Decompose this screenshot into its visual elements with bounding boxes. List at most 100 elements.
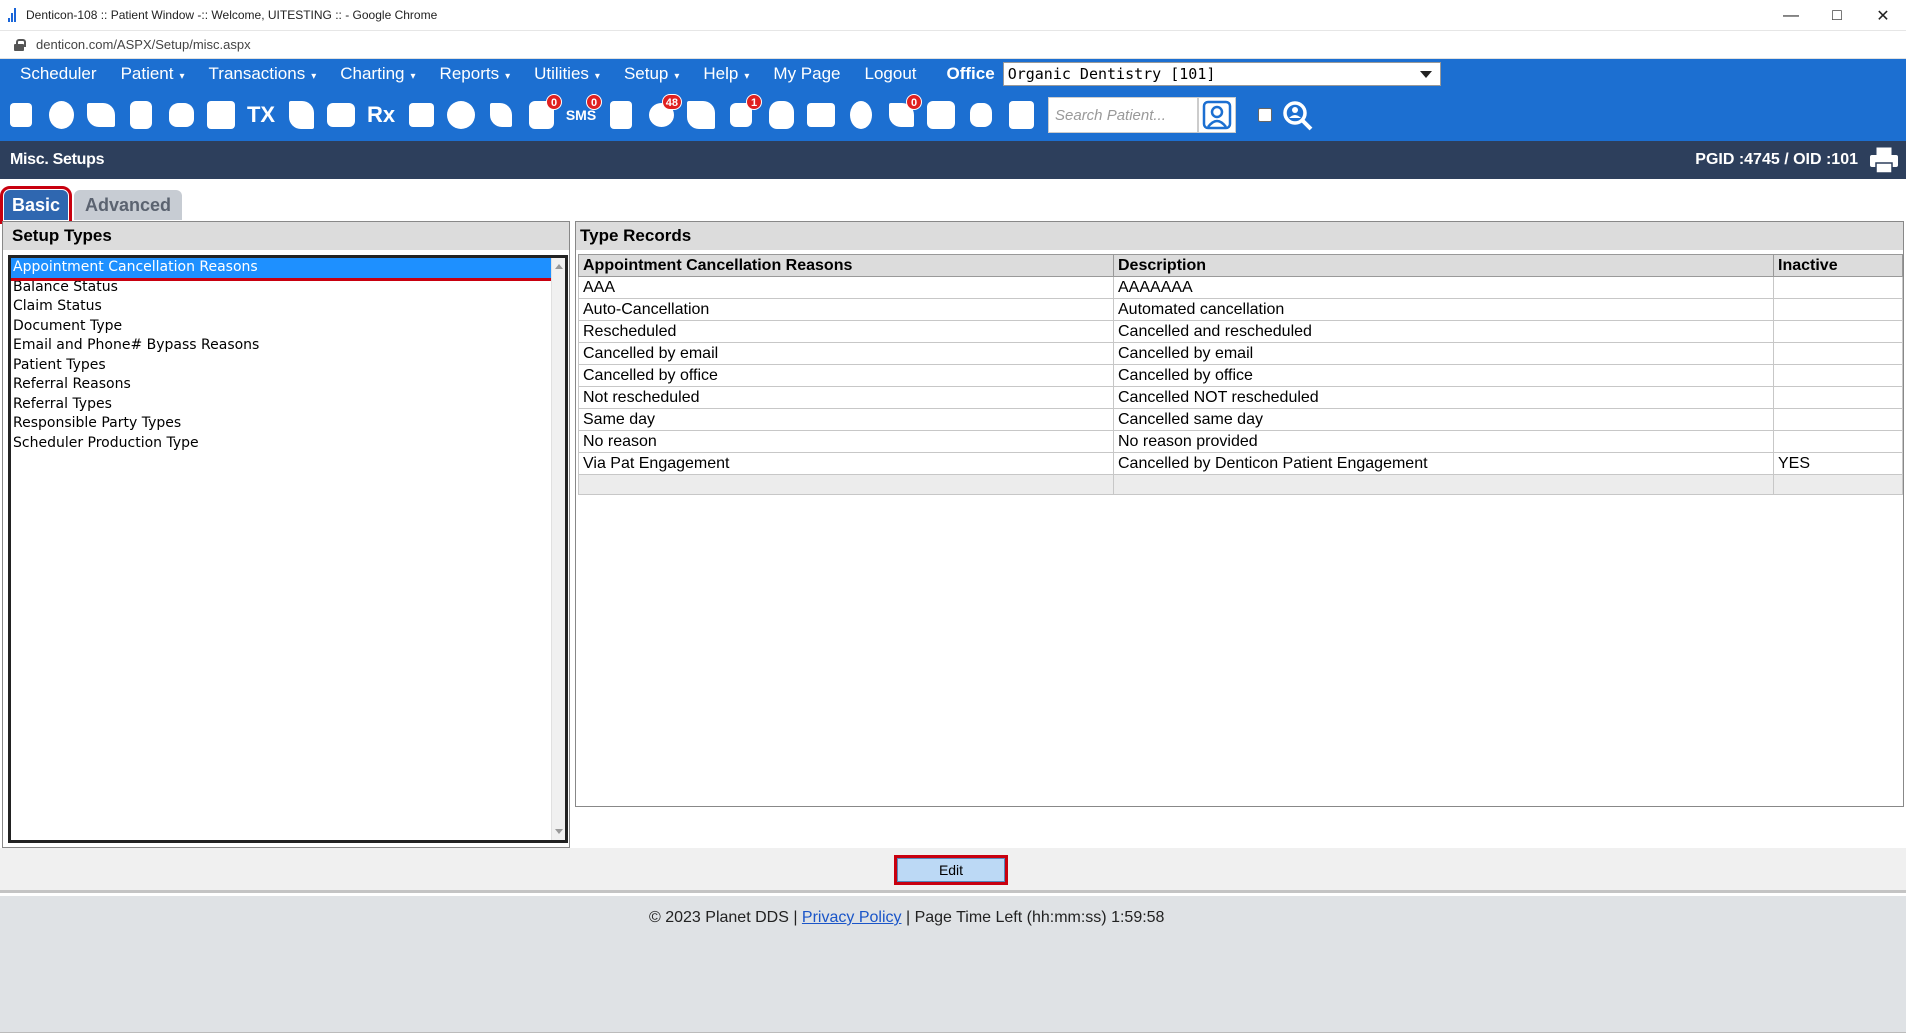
type-records-panel: Type Records Appointment Cancellation Re… (575, 221, 1904, 807)
menu-item-help[interactable]: Help ▾ (691, 64, 761, 84)
setup-type-item[interactable]: Referral Types (11, 395, 565, 415)
page-title: Misc. Setups (10, 151, 105, 168)
table-cell: AAAAAAA (1113, 276, 1774, 299)
notification-badge: 0 (906, 94, 922, 110)
menu-item-reports[interactable]: Reports ▾ (428, 64, 523, 84)
table-row[interactable]: Cancelled by office Cancelled by office (578, 364, 1903, 387)
advanced-search-icon[interactable] (1280, 96, 1314, 134)
table-cell: Automated cancellation (1113, 298, 1774, 321)
setup-type-item[interactable]: Document Type (11, 317, 565, 337)
toolbar-checkbox[interactable] (1258, 108, 1272, 122)
message-icon[interactable]: 0 (524, 94, 562, 134)
menu-item-utilities[interactable]: Utilities ▾ (522, 64, 612, 84)
close-icon[interactable]: ✕ (1860, 0, 1906, 31)
teeth-icon[interactable] (204, 96, 238, 134)
tooth-outline-icon[interactable] (764, 96, 798, 134)
caret-down-icon: ▾ (594, 71, 600, 82)
minimize-icon[interactable]: — (1768, 0, 1814, 31)
menu-item-setup[interactable]: Setup ▾ (612, 64, 691, 84)
menu-item-label: Utilities (534, 64, 589, 83)
office-select[interactable]: Organic Dentistry [101] (1002, 62, 1441, 86)
icon-glyph (87, 103, 115, 127)
globe-settings-icon[interactable] (844, 96, 878, 134)
menu-item-patient[interactable]: Patient ▾ (109, 64, 197, 84)
home-icon[interactable] (44, 96, 78, 134)
setup-type-item[interactable]: Patient Types (11, 356, 565, 376)
url-text[interactable]: denticon.com/ASPX/Setup/misc.aspx (36, 37, 251, 52)
table-row[interactable]: Rescheduled Cancelled and rescheduled (578, 320, 1903, 343)
notification-badge: 0 (586, 94, 602, 110)
sms-icon[interactable]: SMS 0 (564, 94, 602, 134)
tooth-icon[interactable] (164, 96, 198, 134)
caret-down-icon: ▾ (311, 71, 317, 82)
table-row[interactable]: Auto-Cancellation Automated cancellation (578, 298, 1903, 321)
page-time-left: Page Time Left (hh:mm:ss) 1:59:58 (914, 909, 1165, 926)
table-cell: AAA (578, 276, 1114, 299)
edit-button[interactable]: Edit (894, 855, 1008, 885)
calendar-icon[interactable] (4, 96, 38, 134)
scroll-up-icon[interactable] (555, 264, 563, 269)
menu-item-logout[interactable]: Logout (853, 64, 929, 84)
support-icon[interactable] (684, 96, 718, 134)
tooth-question-icon[interactable] (804, 96, 838, 134)
setup-type-item[interactable]: Scheduler Production Type (11, 434, 565, 454)
table-row[interactable]: AAA AAAAAAA (578, 276, 1903, 299)
table-cell: Via Pat Engagement (578, 452, 1114, 475)
document-icon[interactable] (444, 96, 478, 134)
table-row[interactable]: Cancelled by email Cancelled by email (578, 342, 1903, 365)
listbox-scrollbar[interactable] (551, 258, 565, 840)
print-icon[interactable] (1868, 145, 1900, 175)
table-row[interactable]: Via Pat Engagement Cancelled by Denticon … (578, 452, 1903, 475)
printer-icon[interactable] (964, 96, 998, 134)
menu-item-transactions[interactable]: Transactions ▾ (197, 64, 329, 84)
table-row[interactable]: Same day Cancelled same day (578, 408, 1903, 431)
icon-glyph (970, 103, 992, 127)
dollar-icon[interactable] (84, 96, 118, 134)
menu-item-my-page[interactable]: My Page (761, 64, 852, 84)
setup-type-item[interactable]: Referral Reasons (11, 375, 565, 395)
tab-basic[interactable]: Basic (0, 186, 72, 224)
icon-glyph (490, 103, 512, 127)
mail-icon[interactable] (484, 96, 518, 134)
footer-line: © 2023 Planet DDS | Privacy Policy | Pag… (649, 909, 1164, 927)
setup-type-item[interactable]: Balance Status (11, 278, 565, 298)
checklist-icon[interactable]: 0 (884, 94, 922, 134)
address-bar[interactable]: denticon.com/ASPX/Setup/misc.aspx (0, 31, 1906, 59)
setup-types-listbox[interactable]: Appointment Cancellation Reasons Balance … (8, 255, 568, 843)
setup-type-item[interactable]: Appointment Cancellation Reasons (11, 258, 554, 281)
notes-icon[interactable] (404, 96, 438, 134)
icon-glyph (207, 101, 235, 129)
lock-icon (14, 38, 26, 51)
clock-icon[interactable] (604, 96, 638, 134)
column-header[interactable]: Description (1113, 254, 1774, 277)
globe-users-icon[interactable]: 48 (644, 94, 682, 134)
patient-search-button[interactable] (1198, 97, 1236, 133)
maximize-icon[interactable]: □ (1814, 0, 1860, 31)
setup-type-item[interactable]: Email and Phone# Bypass Reasons (11, 336, 565, 356)
table-cell (1113, 474, 1774, 495)
menu-item-scheduler[interactable]: Scheduler (8, 64, 109, 84)
office-label: Office (946, 64, 995, 83)
add-family-icon[interactable] (324, 96, 358, 134)
collapse-icon[interactable] (1004, 96, 1038, 134)
tab-advanced[interactable]: Advanced (74, 190, 182, 220)
menu-item-label: My Page (773, 64, 841, 83)
table-row[interactable]: Not rescheduled Cancelled NOT rescheduled (578, 386, 1903, 409)
add-patient-icon[interactable] (284, 96, 318, 134)
table-row[interactable]: No reason No reason provided (578, 430, 1903, 453)
setup-type-item[interactable]: Claim Status (11, 297, 565, 317)
rx-icon[interactable]: Rx (364, 96, 398, 134)
setup-type-item[interactable]: Responsible Party Types (11, 414, 565, 434)
search-patient-input[interactable]: Search Patient... (1048, 97, 1198, 133)
copyright-text: © 2023 Planet DDS | (649, 909, 798, 926)
menu-item-charting[interactable]: Charting ▾ (328, 64, 427, 84)
refresh-patient-icon[interactable]: 1 (724, 94, 762, 134)
table-cell: Cancelled and rescheduled (1113, 320, 1774, 343)
tx-icon[interactable]: TX (244, 96, 278, 134)
scroll-down-icon[interactable] (555, 829, 563, 834)
column-header[interactable]: Inactive (1773, 254, 1903, 277)
group-icon[interactable] (924, 96, 958, 134)
edit-chart-icon[interactable] (124, 96, 158, 134)
privacy-policy-link[interactable]: Privacy Policy (802, 909, 902, 926)
column-header[interactable]: Appointment Cancellation Reasons (578, 254, 1114, 277)
